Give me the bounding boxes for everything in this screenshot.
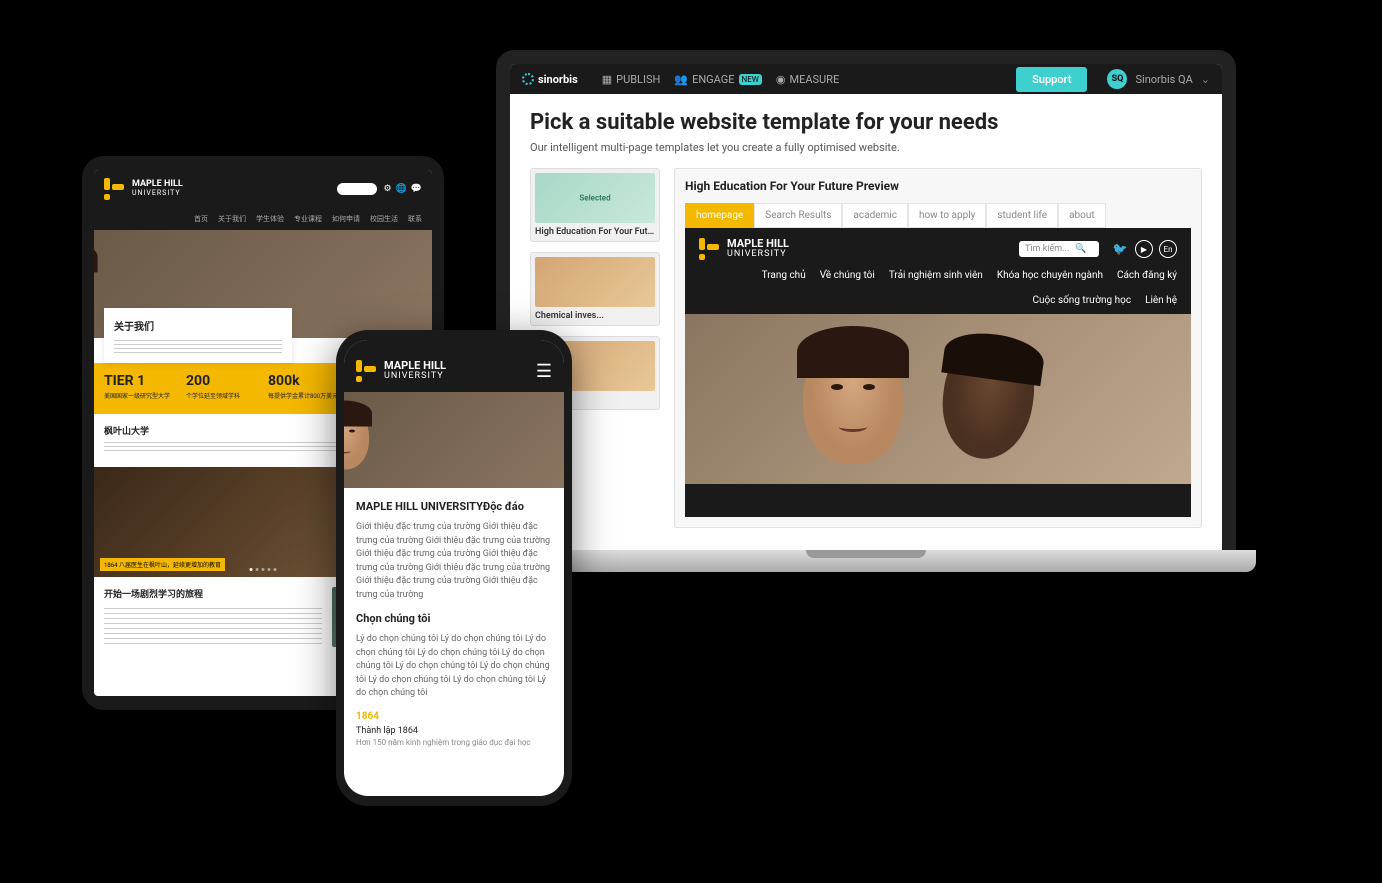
template-thumb[interactable]: Chemical inves...	[530, 252, 660, 326]
chevron-down-icon: ⌄	[1201, 73, 1210, 86]
page-subheading: Our intelligent multi-page templates let…	[530, 141, 1202, 154]
year-highlight: 1864	[356, 711, 552, 722]
support-button[interactable]: Support	[1016, 67, 1087, 92]
site-logo[interactable]: MAPLE HILLUNIVERSITY	[356, 360, 446, 382]
youtube-icon[interactable]: ▶	[1135, 240, 1153, 258]
content-paragraph: Lý do chọn chúng tôi Lý do chọn chúng tô…	[356, 633, 552, 701]
tablet-nav: 首页 关于我们 学生体验 专业课程 如何申请 校园生活 联系	[94, 208, 432, 230]
nav-item[interactable]: 联系	[408, 214, 422, 224]
year-sub: Hơn 150 năm kinh nghiệm trong giáo dục đ…	[356, 738, 552, 747]
hero-image	[685, 314, 1191, 484]
tab-homepage[interactable]: homepage	[685, 203, 754, 228]
nav-item[interactable]: 如何申请	[332, 214, 360, 224]
nav-item[interactable]: Trải nghiệm sinh viên	[889, 270, 983, 281]
nav-item[interactable]: 校园生活	[370, 214, 398, 224]
nav-item[interactable]: Liên hệ	[1145, 295, 1177, 306]
nav-item[interactable]: Cách đăng ký	[1117, 270, 1177, 281]
preview-title: High Education For Your Future Preview	[685, 179, 1191, 193]
tab-search-results[interactable]: Search Results	[754, 203, 842, 228]
user-name: Sinorbis QA	[1135, 73, 1192, 86]
brand-logo[interactable]: sinorbis	[522, 73, 578, 86]
badge-new: NEW	[739, 74, 762, 85]
language-icon[interactable]: En	[1159, 240, 1177, 258]
phone-content: MAPLE HILL UNIVERSITYĐộc đáo Giới thiệu …	[344, 488, 564, 796]
brand-icon	[522, 73, 534, 85]
tab-about[interactable]: about	[1058, 203, 1106, 228]
template-preview: High Education For Your Future Preview h…	[674, 168, 1202, 528]
laptop-mockup: sinorbis ▦ PUBLISH 👥 ENGAGE NEW ◉ MEASUR…	[476, 50, 1256, 610]
site-preview: MAPLE HILLUNIVERSITY Tìm kiếm...🔍 🐦 ▶ En	[685, 228, 1191, 517]
tablet-header: MAPLE HILLUNIVERSITY ⚙ 🌐 💬	[94, 170, 432, 208]
laptop-bezel: sinorbis ▦ PUBLISH 👥 ENGAGE NEW ◉ MEASUR…	[496, 50, 1236, 550]
phone-header: MAPLE HILLUNIVERSITY ☰	[344, 340, 564, 392]
template-thumb[interactable]: SelectedHigh Education For Your Future	[530, 168, 660, 242]
user-menu[interactable]: SQ Sinorbis QA ⌄	[1107, 69, 1210, 89]
app-topbar: sinorbis ▦ PUBLISH 👥 ENGAGE NEW ◉ MEASUR…	[510, 64, 1222, 94]
phone-screen: MAPLE HILLUNIVERSITY ☰ MAPLE HILL UNIVER…	[344, 340, 564, 796]
search-input[interactable]: Tìm kiếm...🔍	[1019, 241, 1099, 257]
nav-engage[interactable]: 👥 ENGAGE NEW	[674, 73, 762, 86]
template-gallery: SelectedHigh Education For Your Future C…	[530, 168, 1202, 528]
logo-mark-icon	[699, 238, 721, 260]
gear-icon[interactable]: ⚙	[383, 184, 391, 194]
site-logo[interactable]: MAPLE HILLUNIVERSITY	[699, 238, 789, 260]
laptop-base	[476, 550, 1256, 572]
site-header: MAPLE HILLUNIVERSITY Tìm kiếm...🔍 🐦 ▶ En	[685, 228, 1191, 270]
nav-publish[interactable]: ▦ PUBLISH	[602, 73, 661, 86]
nav-item[interactable]: 首页	[194, 214, 208, 224]
twitter-icon[interactable]: 🐦	[1111, 240, 1129, 258]
preview-tabs: homepage Search Results academic how to …	[685, 203, 1191, 228]
content-subheading: Chọn chúng tôi	[356, 612, 552, 625]
app-window: sinorbis ▦ PUBLISH 👥 ENGAGE NEW ◉ MEASUR…	[510, 64, 1222, 550]
brand-text: sinorbis	[538, 73, 578, 86]
search-input[interactable]	[337, 183, 377, 195]
year-label: Thành lập 1864	[356, 726, 552, 736]
nav-measure[interactable]: ◉ MEASURE	[776, 73, 839, 86]
wechat-icon[interactable]: 💬	[411, 184, 422, 194]
nav-item[interactable]: 专业课程	[294, 214, 322, 224]
nav-item[interactable]: 关于我们	[218, 214, 246, 224]
logo-mark-icon	[104, 178, 126, 200]
nav-item[interactable]: Cuộc sống trường học	[1033, 295, 1132, 306]
avatar: SQ	[1107, 69, 1127, 89]
content-paragraph: Giới thiệu đặc trưng của trường Giới thi…	[356, 521, 552, 602]
about-card: 关于我们	[104, 308, 292, 363]
social-icons: 🐦 ▶ En	[1111, 240, 1177, 258]
content-heading: MAPLE HILL UNIVERSITYĐộc đáo	[356, 500, 552, 513]
logo-mark-icon	[356, 360, 378, 382]
tab-student-life[interactable]: student life	[986, 203, 1058, 228]
stat-item: TIER 1美国国家一级研究型大学	[104, 373, 176, 404]
site-logo[interactable]: MAPLE HILLUNIVERSITY	[104, 178, 183, 200]
top-nav: ▦ PUBLISH 👥 ENGAGE NEW ◉ MEASURE	[602, 73, 840, 86]
search-icon: 🔍	[1075, 244, 1086, 254]
nav-item[interactable]: 学生体验	[256, 214, 284, 224]
stat-item: 200个学位延至领域学科	[186, 373, 258, 404]
nav-item[interactable]: Khóa học chuyên ngành	[997, 270, 1103, 281]
tab-how-to-apply[interactable]: how to apply	[908, 203, 986, 228]
page-heading: Pick a suitable website template for you…	[530, 110, 1202, 135]
hero-image	[344, 392, 564, 488]
site-nav: Trang chủ Về chúng tôi Trải nghiệm sinh …	[685, 270, 1191, 314]
nav-item[interactable]: Về chúng tôi	[820, 270, 875, 281]
phone-mockup: MAPLE HILLUNIVERSITY ☰ MAPLE HILL UNIVER…	[336, 330, 572, 806]
globe-icon[interactable]: 🌐	[396, 184, 407, 194]
nav-item[interactable]: Trang chủ	[762, 270, 806, 281]
stat-item: 800k每提供学金累计800万美元	[268, 373, 340, 404]
tab-academic[interactable]: academic	[842, 203, 908, 228]
main-content: Pick a suitable website template for you…	[510, 94, 1222, 550]
menu-icon[interactable]: ☰	[536, 361, 552, 382]
